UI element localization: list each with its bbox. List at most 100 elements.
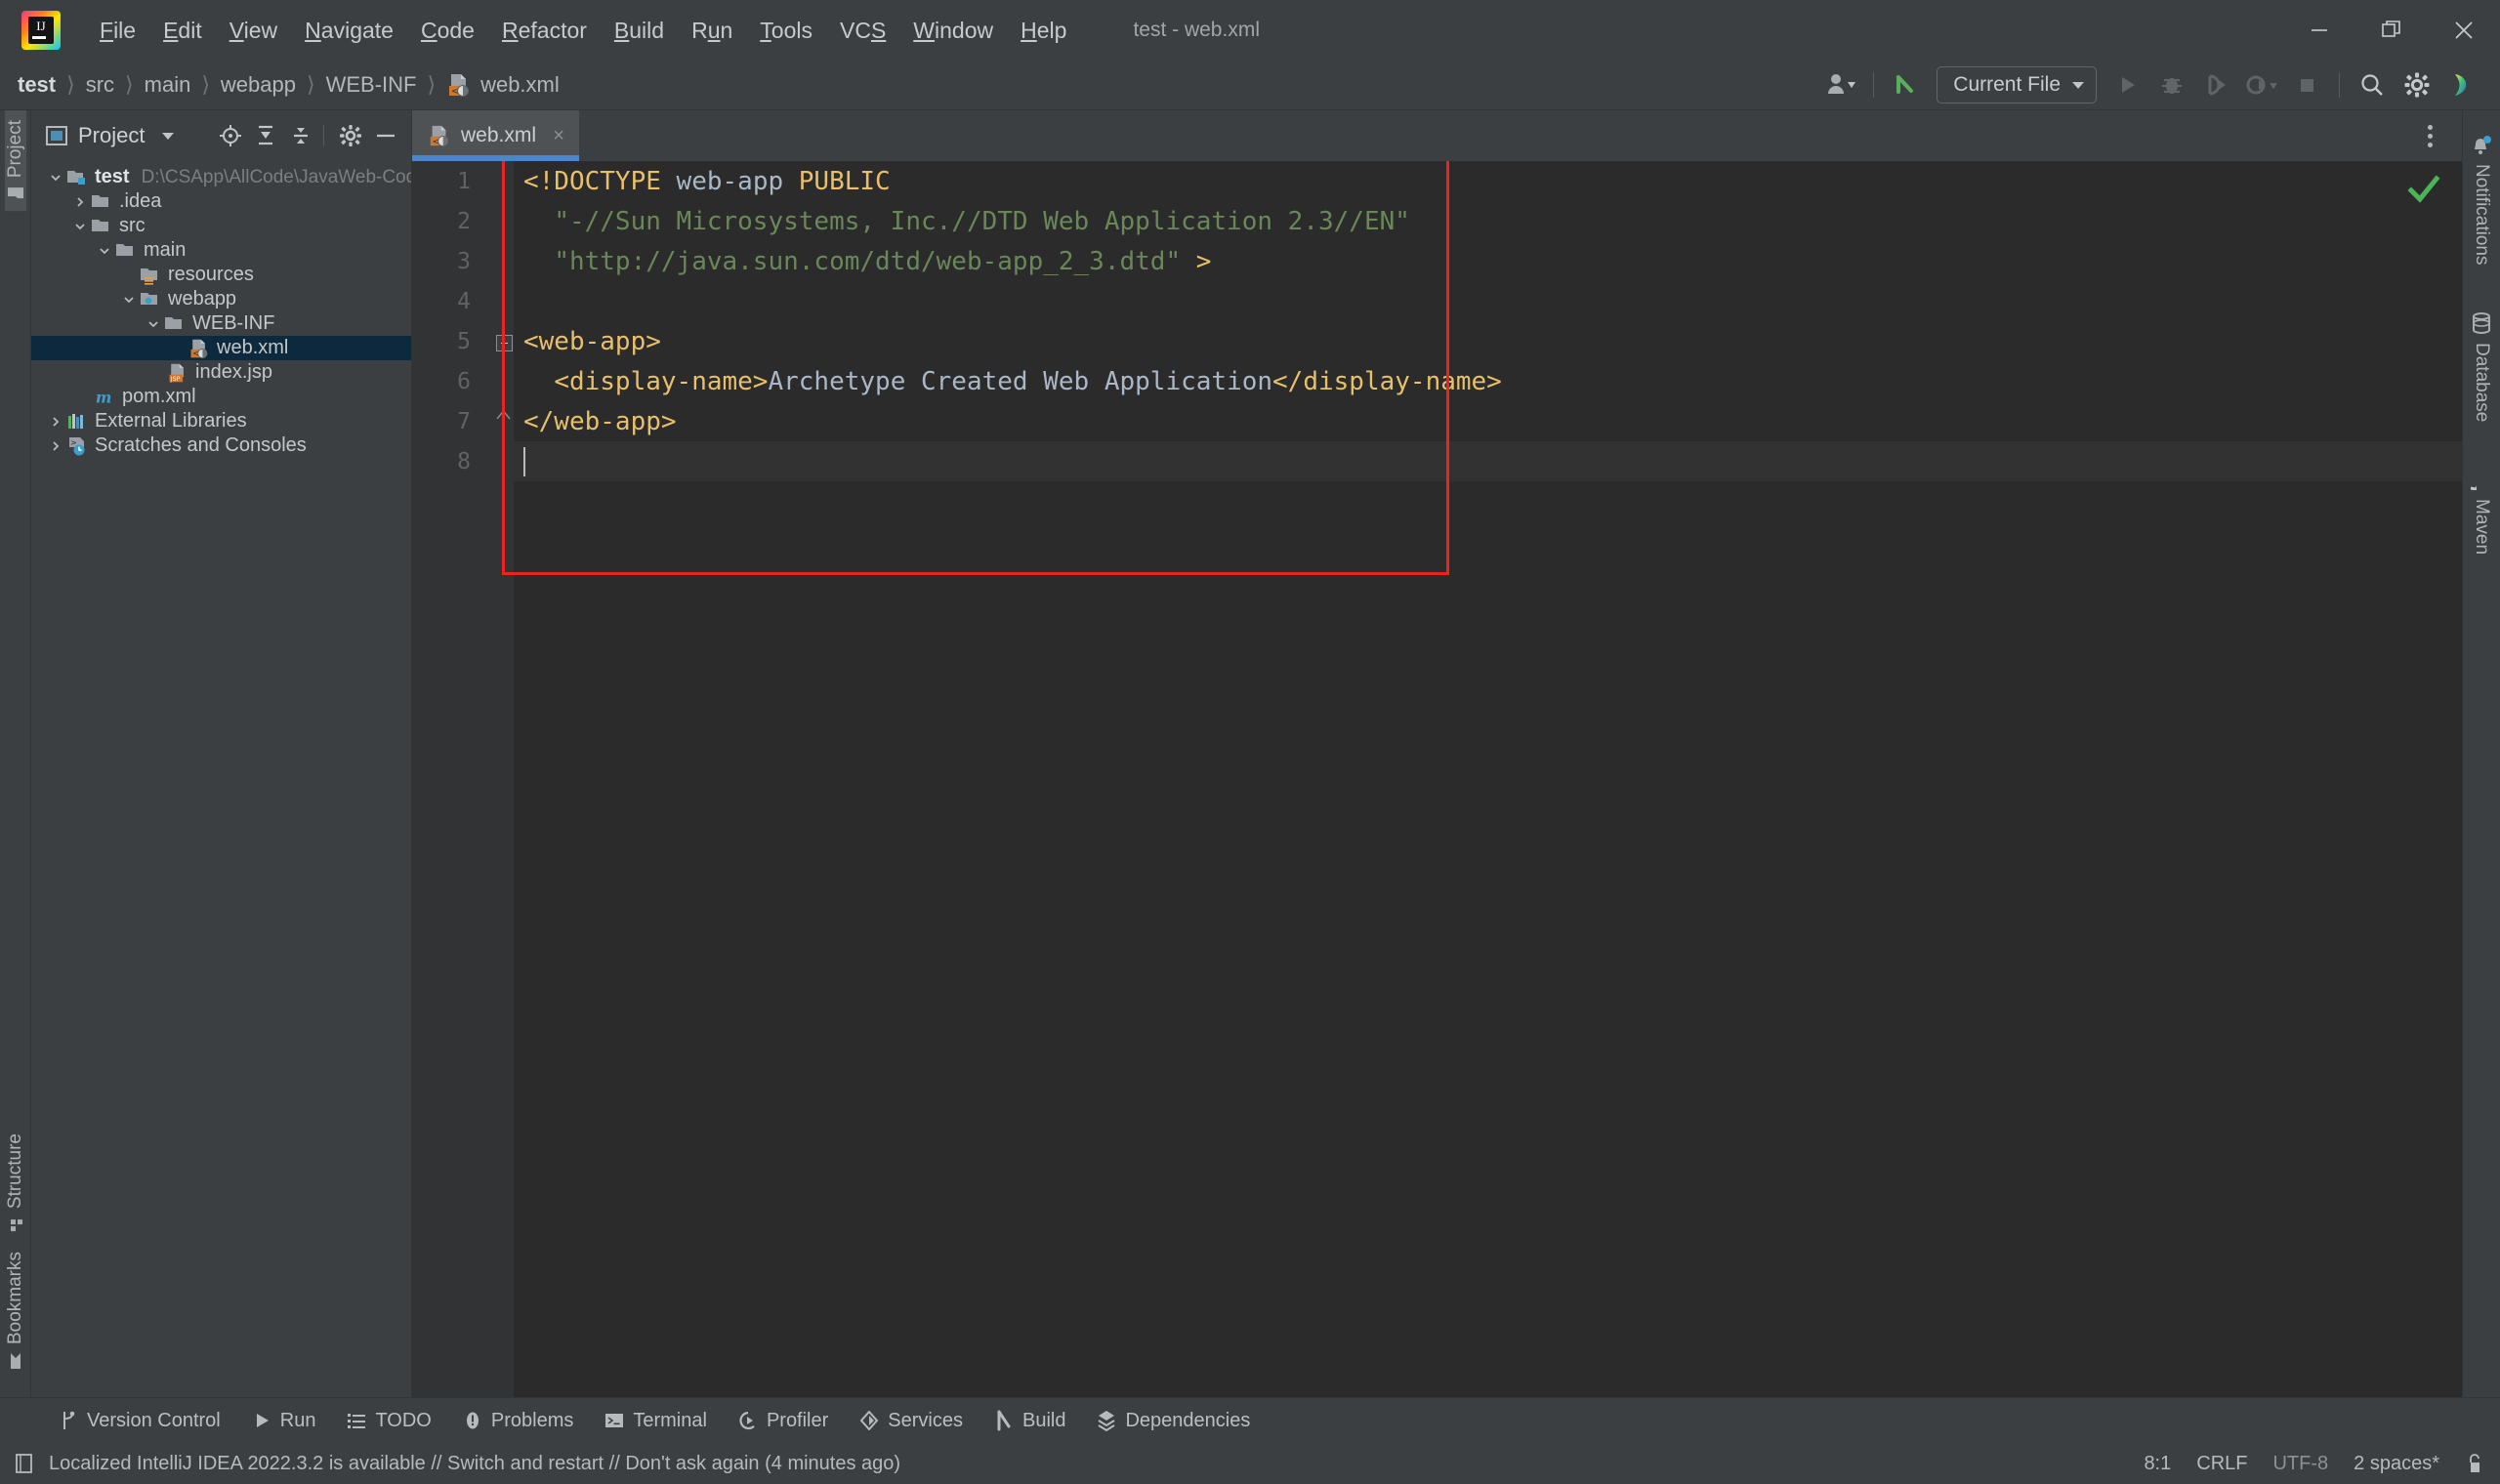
tree-label: src bbox=[119, 215, 146, 236]
rail-tab-project[interactable]: Project bbox=[4, 110, 26, 212]
expand-all-icon[interactable] bbox=[250, 120, 281, 151]
toolwindow-services[interactable]: Services bbox=[859, 1410, 963, 1432]
toolwindow-todo[interactable]: TODO bbox=[347, 1409, 432, 1432]
code-editor[interactable]: 1 2 3 4 5 6 7 8 <!DOCTYPE web-app PUBLIC… bbox=[412, 161, 2462, 1397]
tree-row-main[interactable]: main bbox=[31, 238, 411, 263]
tree-row-scratches[interactable]: > Scratches and Consoles bbox=[31, 433, 411, 458]
profile-icon[interactable] bbox=[2239, 64, 2284, 105]
chevron-down-icon[interactable] bbox=[118, 293, 140, 307]
status-message[interactable]: Localized IntelliJ IDEA 2022.3.2 is avai… bbox=[49, 1453, 900, 1475]
tree-row-test[interactable]: test D:\CSApp\AllCode\JavaWeb-Code\test bbox=[31, 165, 411, 189]
breadcrumb-item-4[interactable]: WEB-INF bbox=[326, 72, 417, 98]
tree-row-resources[interactable]: resources bbox=[31, 263, 411, 287]
vcs-update-icon[interactable] bbox=[1884, 64, 1929, 105]
chevron-down-icon[interactable] bbox=[162, 132, 175, 140]
editor-options-icon[interactable] bbox=[2417, 120, 2442, 151]
chevron-down-icon[interactable] bbox=[94, 244, 115, 258]
menu-run[interactable]: Run bbox=[678, 0, 746, 61]
indent-setting[interactable]: 2 spaces* bbox=[2354, 1453, 2439, 1475]
search-everywhere-icon[interactable] bbox=[2350, 64, 2395, 105]
settings-gear-icon[interactable] bbox=[335, 120, 366, 151]
line-number: 2 bbox=[457, 208, 471, 234]
close-icon[interactable]: × bbox=[550, 125, 567, 147]
rail-tab-bookmarks[interactable]: Bookmarks bbox=[5, 1242, 26, 1380]
chevron-right-icon[interactable] bbox=[45, 415, 66, 429]
tree-row-pom-xml[interactable]: m pom.xml bbox=[31, 385, 411, 409]
chevron-down-icon[interactable] bbox=[45, 171, 66, 185]
hide-icon[interactable] bbox=[370, 120, 401, 151]
debug-icon[interactable] bbox=[2149, 64, 2194, 105]
menu-help[interactable]: Help bbox=[1007, 0, 1080, 61]
minimize-button[interactable] bbox=[2283, 0, 2355, 61]
unlocked-icon[interactable] bbox=[2465, 1452, 2484, 1475]
rail-tab-maven[interactable]: m Maven bbox=[2471, 457, 2492, 566]
stop-icon[interactable] bbox=[2284, 64, 2329, 105]
tree-row-idea[interactable]: .idea bbox=[31, 189, 411, 214]
tree-row-index-jsp[interactable]: JSP index.jsp bbox=[31, 360, 411, 385]
menu-vcs[interactable]: VCS bbox=[826, 0, 899, 61]
breadcrumb-item-1[interactable]: src bbox=[86, 72, 114, 98]
chevron-down-icon[interactable] bbox=[143, 317, 164, 331]
code-content[interactable]: <!DOCTYPE web-app PUBLIC "-//Sun Microsy… bbox=[502, 161, 2462, 1397]
menu-edit[interactable]: Edit bbox=[149, 0, 216, 61]
menu-view[interactable]: View bbox=[216, 0, 291, 61]
toolwindow-dependencies[interactable]: Dependencies bbox=[1097, 1410, 1250, 1432]
toolwindow-run[interactable]: Run bbox=[252, 1410, 315, 1432]
line-number: 7 bbox=[457, 408, 471, 434]
ide-assistant-icon[interactable] bbox=[2439, 64, 2484, 105]
code-folding-gutter[interactable] bbox=[492, 161, 514, 1397]
fold-end-icon[interactable] bbox=[496, 410, 511, 420]
caret-position[interactable]: 8:1 bbox=[2144, 1453, 2171, 1475]
settings-gear-icon[interactable] bbox=[2395, 64, 2439, 105]
fold-collapse-icon[interactable] bbox=[496, 335, 513, 351]
account-icon[interactable] bbox=[1818, 64, 1863, 105]
breadcrumb-item-5[interactable]: web.xml bbox=[480, 72, 560, 98]
chevron-down-icon[interactable] bbox=[69, 220, 91, 233]
toolwindow-profiler[interactable]: Profiler bbox=[738, 1410, 828, 1432]
todo-list-icon bbox=[347, 1411, 366, 1430]
rail-tab-label: Bookmarks bbox=[4, 1251, 25, 1344]
chevron-right-icon[interactable] bbox=[69, 195, 91, 209]
menu-tools[interactable]: Tools bbox=[746, 0, 826, 61]
maximize-restore-button[interactable] bbox=[2355, 0, 2428, 61]
breadcrumb-item-3[interactable]: webapp bbox=[221, 72, 296, 98]
toolwindow-terminal[interactable]: Terminal bbox=[604, 1410, 707, 1432]
menu-code[interactable]: Code bbox=[407, 0, 488, 61]
left-tool-rail: Project Structure Bookmarks bbox=[0, 110, 31, 1397]
run-with-coverage-icon[interactable] bbox=[2194, 64, 2239, 105]
toolwindow-problems[interactable]: Problems bbox=[463, 1410, 573, 1432]
tree-row-web-inf[interactable]: WEB-INF bbox=[31, 311, 411, 336]
ok-check-icon[interactable] bbox=[2407, 175, 2440, 204]
run-icon[interactable] bbox=[2104, 64, 2149, 105]
toolbar-divider bbox=[1873, 72, 1875, 98]
editor-tab-web-xml[interactable]: < web.xml × bbox=[412, 110, 580, 161]
toolwindow-build[interactable]: Build bbox=[994, 1410, 1065, 1432]
close-button[interactable] bbox=[2428, 0, 2500, 61]
line-number: 6 bbox=[457, 368, 471, 394]
breadcrumb-item-0[interactable]: test bbox=[18, 72, 56, 98]
collapse-all-icon[interactable] bbox=[285, 120, 316, 151]
toolwindow-version-control[interactable]: Version Control bbox=[59, 1410, 221, 1432]
line-separator[interactable]: CRLF bbox=[2196, 1453, 2247, 1475]
chevron-right-icon[interactable] bbox=[45, 439, 66, 453]
menu-navigate[interactable]: Navigate bbox=[291, 0, 407, 61]
tree-row-web-xml[interactable]: < web.xml bbox=[31, 336, 411, 360]
tree-row-webapp[interactable]: webapp bbox=[31, 287, 411, 311]
menu-file[interactable]: File bbox=[86, 0, 149, 61]
rail-tab-notifications[interactable]: Notifications bbox=[2471, 124, 2492, 277]
code-line-7: </web-app> bbox=[523, 406, 677, 436]
select-opened-file-icon[interactable] bbox=[215, 120, 246, 151]
run-configuration-selector[interactable]: Current File bbox=[1937, 66, 2097, 103]
toolwindow-label: TODO bbox=[375, 1409, 432, 1431]
breadcrumb-item-2[interactable]: main bbox=[145, 72, 191, 98]
tree-row-src[interactable]: src bbox=[31, 214, 411, 238]
rail-tab-database[interactable]: Database bbox=[2471, 301, 2492, 433]
tree-row-external-libraries[interactable]: External Libraries bbox=[31, 409, 411, 433]
project-tree[interactable]: test D:\CSApp\AllCode\JavaWeb-Code\test … bbox=[31, 161, 411, 1397]
tool-window-bar: Version Control Run TODO Problems Termin… bbox=[0, 1397, 2500, 1443]
rail-tab-structure[interactable]: Structure bbox=[5, 1124, 26, 1242]
menu-refactor[interactable]: Refactor bbox=[488, 0, 601, 61]
file-encoding[interactable]: UTF-8 bbox=[2272, 1453, 2328, 1475]
menu-build[interactable]: Build bbox=[601, 0, 678, 61]
menu-window[interactable]: Window bbox=[899, 0, 1007, 61]
